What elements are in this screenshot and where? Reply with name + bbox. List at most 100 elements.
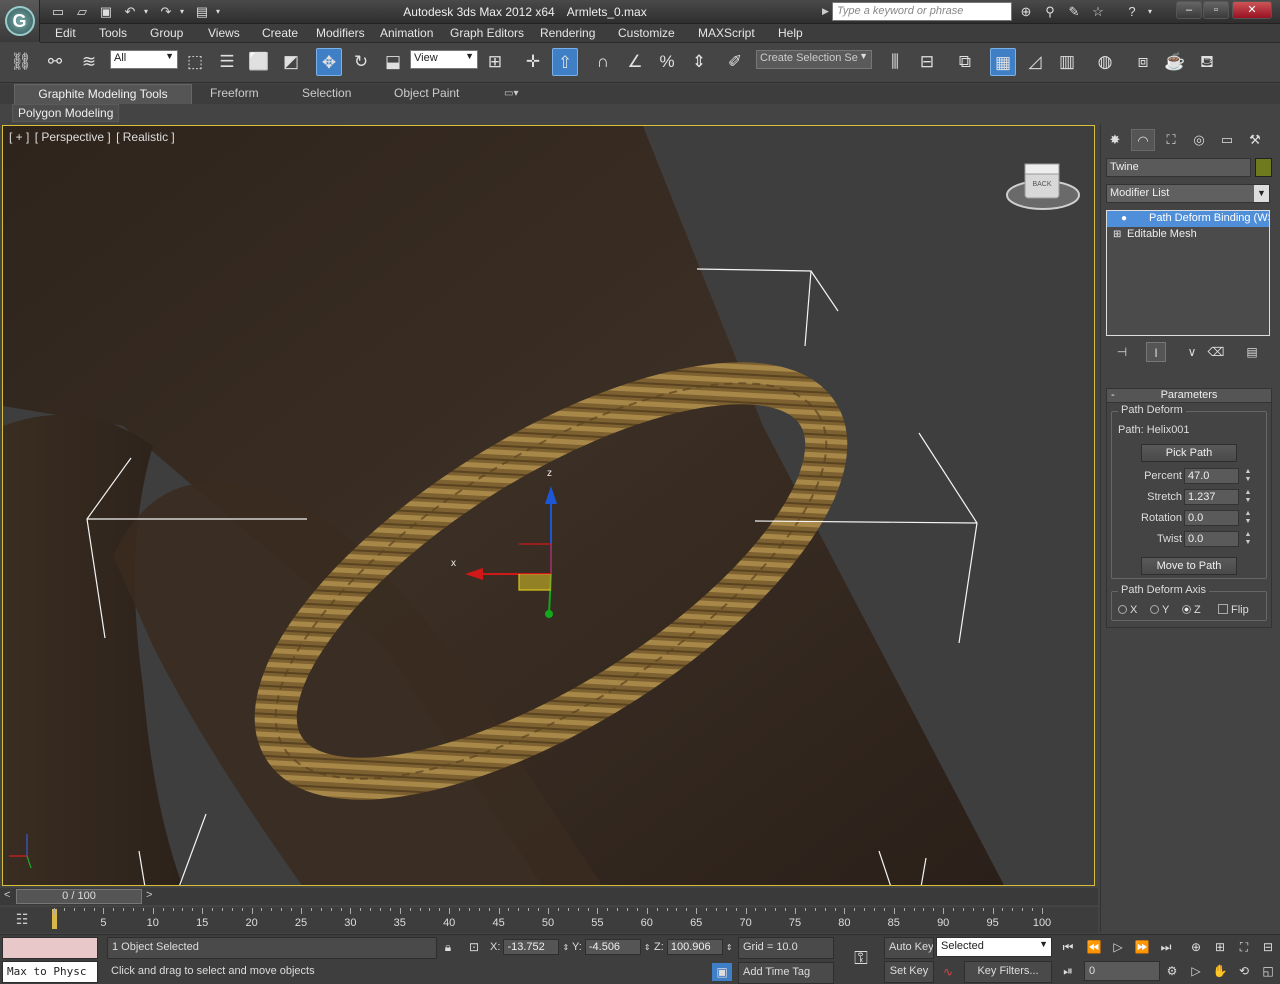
time-tag-icon[interactable]: ▣ [712,963,732,981]
make-unique-icon[interactable]: ∨ [1182,342,1202,362]
expand-plus-icon[interactable]: ⊞ [1113,227,1121,242]
menu-modifiers[interactable]: Modifiers [316,26,365,40]
schematic-view-icon[interactable]: ▥ [1054,48,1080,76]
previous-key-icon[interactable]: ⏪ [1084,938,1104,956]
ribbon-options-icon[interactable]: ▭▾ [498,84,524,104]
favorites-star-icon[interactable]: ☆ [1088,2,1108,22]
spinner-arrows-icon[interactable]: ⇕ [644,943,651,952]
redo-dropdown-icon[interactable]: ▾ [176,2,188,22]
curve-editor-icon[interactable]: ◿ [1022,48,1048,76]
snaps-toggle-icon[interactable]: ∩ [590,48,616,76]
create-tab-icon[interactable]: ✸ [1103,129,1127,151]
play-icon[interactable]: ▷ [1108,938,1128,956]
axis-x-radio[interactable]: X [1118,604,1137,616]
application-button[interactable]: G [0,0,40,42]
rendered-frame-icon[interactable]: ☕ [1162,48,1188,76]
menu-rendering[interactable]: Rendering [540,26,595,40]
select-and-manipulate-icon[interactable]: ✛ [520,48,546,76]
tab-freeform[interactable]: Freeform [204,84,265,104]
set-key-button[interactable]: Set Key [884,961,934,983]
curve-editor-mini-icon[interactable]: ☷ [8,911,36,929]
spinner-arrows-icon[interactable]: ⇕ [563,943,570,952]
maxscript-listener-top[interactable] [2,937,98,959]
select-and-move-icon[interactable]: ✥ [316,48,342,76]
search-collapse-icon[interactable]: ▶ [822,6,829,17]
material-editor-icon[interactable]: ◍ [1092,48,1118,76]
menu-tools[interactable]: Tools [99,26,127,40]
search-input[interactable]: Type a keyword or phrase [832,2,1012,21]
communication-center-icon[interactable]: ✎ [1064,2,1084,22]
next-key-icon[interactable]: ⏩ [1132,938,1152,956]
menu-maxscript[interactable]: MAXScript [698,26,755,40]
project-folder-icon[interactable]: ▤ [192,2,212,22]
object-name-field[interactable]: Twine [1106,158,1251,177]
twist-spinner[interactable]: 0.0 [1184,531,1239,547]
field-of-view-icon[interactable]: ▷ [1186,962,1206,980]
spinner-snap-icon[interactable]: ⇕ [686,48,712,76]
axis-z-radio[interactable]: Z [1182,604,1201,616]
menu-create[interactable]: Create [262,26,298,40]
modifier-list-dropdown[interactable]: Modifier List ▼ [1106,184,1270,203]
orbit-icon[interactable]: ⟲ [1234,962,1254,980]
y-coordinate[interactable]: Y: -4.506 ⇕ [572,939,651,955]
time-slider[interactable]: < 0 / 100 > [0,888,1098,905]
track-bar[interactable]: ☷ 5 10 15 20 25 30 35 40 45 50 55 60 65 70 75 80 85 90 95 1… [0,907,1098,933]
collapse-icon[interactable]: - [1111,389,1115,402]
lightbulb-icon[interactable]: ● [1121,211,1127,226]
utilities-tab-icon[interactable]: ⚒ [1243,129,1267,151]
spinner-arrows-icon[interactable]: ⇕ [726,943,733,952]
flip-checkbox[interactable]: Flip [1218,604,1249,616]
select-and-rotate-icon[interactable]: ↻ [348,48,374,76]
graphite-toggle-icon[interactable]: ▦ [990,48,1016,76]
perspective-viewport[interactable]: [ + ] [ Perspective ] [ Realistic ] BACK… [2,125,1095,886]
new-file-icon[interactable]: ▭ [48,2,68,22]
tab-selection[interactable]: Selection [296,84,357,104]
redo-icon[interactable]: ↷ [156,2,176,22]
rectangular-selection-icon[interactable]: ⬜ [246,48,272,76]
modify-tab-icon[interactable]: ◠ [1131,129,1155,151]
move-to-path-button[interactable]: Move to Path [1141,557,1237,575]
zoom-extents-icon[interactable]: ⛶ [1234,938,1254,956]
key-filters-button[interactable]: Key Filters... [964,961,1052,983]
current-frame-field[interactable]: 0 [1084,961,1160,981]
menu-help[interactable]: Help [778,26,803,40]
previous-frame-icon[interactable]: < [4,889,10,901]
go-to-end-icon[interactable]: ⏭ [1156,938,1176,956]
add-time-tag[interactable]: Add Time Tag [738,962,834,984]
pivot-center-icon[interactable]: ⊞ [482,48,508,76]
menu-customize[interactable]: Customize [618,26,675,40]
tab-polygon-modeling[interactable]: Polygon Modeling [12,104,120,122]
stack-item-editable-mesh[interactable]: ⊞ Editable Mesh [1107,227,1269,243]
selection-lock-icon[interactable]: 🔒︎ [438,938,458,956]
subscription-icon[interactable]: ⚲ [1040,2,1060,22]
menu-group[interactable]: Group [150,26,183,40]
help-icon[interactable]: ? [1122,2,1142,22]
select-by-name-icon[interactable]: ☰ [214,48,240,76]
default-tangent-icon[interactable]: ∿ [938,963,958,981]
z-coordinate[interactable]: Z: 100.906 ⇕ [654,939,733,955]
select-object-icon[interactable]: ⬚ [182,48,208,76]
reference-coordinate-dropdown[interactable]: View ▼ [410,50,478,69]
display-tab-icon[interactable]: ▭ [1215,129,1239,151]
bind-to-space-warp-icon[interactable]: ≋ [76,48,102,76]
named-selection-dropdown[interactable]: Create Selection Se ▼ [756,50,872,69]
menu-edit[interactable]: Edit [55,26,76,40]
keyboard-shortcut-override-icon[interactable]: ⇧ [552,48,578,76]
percent-spinner[interactable]: 47.0 [1184,468,1239,484]
configure-sets-icon[interactable]: ▤ [1242,342,1262,362]
quick-access-dropdown-icon[interactable]: ▾ [212,2,224,22]
close-button[interactable]: ✕ [1232,1,1272,19]
menu-graph-editors[interactable]: Graph Editors [450,26,524,40]
stretch-spinner[interactable]: 1.237 [1184,489,1239,505]
remove-modifier-icon[interactable]: ⌫ [1206,342,1226,362]
viewcube-face-label[interactable]: BACK [1031,181,1053,188]
tab-object-paint[interactable]: Object Paint [388,84,465,104]
key-mode-dropdown[interactable]: Selected ▼ [936,937,1052,957]
mirror-icon[interactable]: ⫼ [882,48,908,76]
motion-tab-icon[interactable]: ◎ [1187,129,1211,151]
pin-stack-icon[interactable]: ⊣ [1112,342,1132,362]
angle-snap-icon[interactable]: ∠ [622,48,648,76]
hierarchy-tab-icon[interactable]: ⛶ [1159,129,1183,151]
spinner-arrows-icon[interactable]: ▲ ▼ [1243,489,1253,505]
menu-views[interactable]: Views [208,26,240,40]
